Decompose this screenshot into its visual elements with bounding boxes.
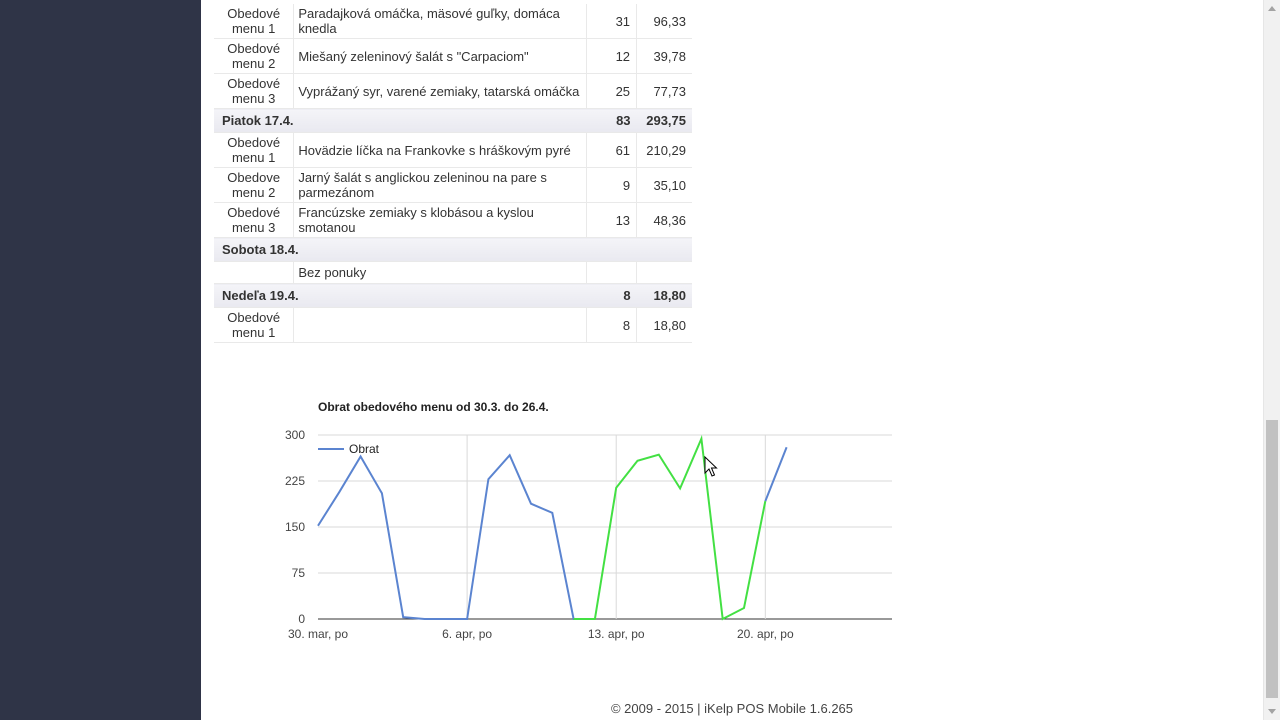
quantity-cell: 9 <box>586 167 638 203</box>
table-row: Bez ponuky <box>214 261 692 284</box>
menu-name-cell: Obedové menu 3 <box>214 202 295 238</box>
day-summary-row: Piatok 17.4. 83 293,75 <box>214 108 692 133</box>
x-tick-label: 13. apr, po <box>588 627 645 641</box>
menu-name-cell: Obedové menu 1 <box>214 132 295 168</box>
quantity-cell: 13 <box>586 202 638 238</box>
table-row: Obedové menu 1 8 18,80 <box>214 307 692 343</box>
day-total-count: 83 <box>586 108 637 133</box>
vertical-scrollbar[interactable] <box>1263 0 1280 720</box>
day-summary-row: Nedeľa 19.4. 8 18,80 <box>214 283 692 308</box>
dish-cell: Miešaný zeleninový šalát s "Carpaciom" <box>293 38 588 74</box>
quantity-cell: 8 <box>586 307 638 343</box>
menu-name-cell: Obedové menu 1 <box>214 307 295 343</box>
y-tick-label: 150 <box>285 520 305 534</box>
mouse-pointer-icon <box>704 456 718 477</box>
sum-cell: 210,29 <box>636 132 692 168</box>
daily-menu-table: Obedové menu 1 Paradajková omáčka, mäsové… <box>214 4 692 343</box>
left-sidebar <box>0 0 201 720</box>
dish-cell: Vyprážaný syr, varené zemiaky, tatarská … <box>293 73 588 109</box>
dish-cell: Francúzske zemiaky s klobásou a kyslou s… <box>293 202 588 238</box>
day-label: Nedeľa 19.4. <box>214 283 587 308</box>
menu-name-cell: Obedové menu 1 <box>214 4 295 39</box>
footer-copyright: © 2009 - 2015 | iKelp POS Mobile 1.6.265 <box>610 701 854 716</box>
scroll-down-arrow-icon[interactable] <box>1264 703 1280 720</box>
series-line-highlight <box>573 434 767 621</box>
day-total-sum: 293,75 <box>636 108 692 133</box>
quantity-cell: 31 <box>586 4 638 39</box>
y-tick-label: 0 <box>298 612 305 626</box>
table-row: Obedové menu 3 Vyprážaný syr, varené zemi… <box>214 73 692 109</box>
menu-name-cell: Obedové menu 3 <box>214 73 295 109</box>
x-tick-label: 6. apr, po <box>442 627 492 641</box>
dish-cell: Hovädzie líčka na Frankovke s hráškovým … <box>293 132 588 168</box>
sum-cell: 77,73 <box>636 73 692 109</box>
sum-cell: 35,10 <box>636 167 692 203</box>
table-row: Obedové menu 1 Paradajková omáčka, mäsové… <box>214 4 692 39</box>
day-total-count: 8 <box>586 283 637 308</box>
scrollbar-thumb[interactable] <box>1266 420 1278 698</box>
dish-cell: Paradajková omáčka, mäsové guľky, domáca… <box>293 4 588 39</box>
table-row: Obedové menu 1 Hovädzie líčka na Frankovk… <box>214 132 692 168</box>
sum-cell: 48,36 <box>636 202 692 238</box>
sum-cell: 96,33 <box>636 4 692 39</box>
quantity-cell: 61 <box>586 132 638 168</box>
y-tick-label: 75 <box>292 566 306 580</box>
quantity-cell: 25 <box>586 73 638 109</box>
table-row: Obedove menu 2 Jarný šalát s anglickou ze… <box>214 167 692 203</box>
menu-name-cell <box>214 261 295 284</box>
day-total-count <box>586 237 637 262</box>
day-label: Piatok 17.4. <box>214 108 587 133</box>
y-tick-label: 300 <box>285 428 305 442</box>
revenue-line-chart: 300 225 150 75 030. mar, po 6. apr, po 13. apr… <box>285 428 892 641</box>
sum-cell <box>636 261 692 284</box>
day-total-sum: 18,80 <box>636 283 692 308</box>
chart-title: Obrat obedového menu od 30.3. do 26.4. <box>318 400 549 414</box>
table-row: Obedové menu 2 Miešaný zeleninový šalát s… <box>214 38 692 74</box>
day-summary-row: Sobota 18.4. <box>214 237 692 262</box>
quantity-cell <box>586 261 638 284</box>
sum-cell: 39,78 <box>636 38 692 74</box>
series-line-obrat <box>764 446 788 502</box>
day-label: Sobota 18.4. <box>214 237 587 262</box>
x-tick-label: 20. apr, po <box>737 627 794 641</box>
menu-name-cell: Obedové menu 2 <box>214 38 295 74</box>
dish-cell: Bez ponuky <box>293 261 588 284</box>
legend-label: Obrat <box>349 442 380 456</box>
scroll-up-arrow-icon[interactable] <box>1264 0 1280 17</box>
menu-name-cell: Obedove menu 2 <box>214 167 295 203</box>
day-total-sum <box>636 237 692 262</box>
sum-cell: 18,80 <box>636 307 692 343</box>
x-tick-label: 30. mar, po <box>288 627 348 641</box>
dish-cell: Jarný šalát s anglickou zeleninou na par… <box>293 167 588 203</box>
y-tick-label: 225 <box>285 474 305 488</box>
dish-cell <box>293 307 588 343</box>
table-row: Obedové menu 3 Francúzske zemiaky s klobá… <box>214 202 692 238</box>
quantity-cell: 12 <box>586 38 638 74</box>
series-line-obrat <box>317 453 595 620</box>
